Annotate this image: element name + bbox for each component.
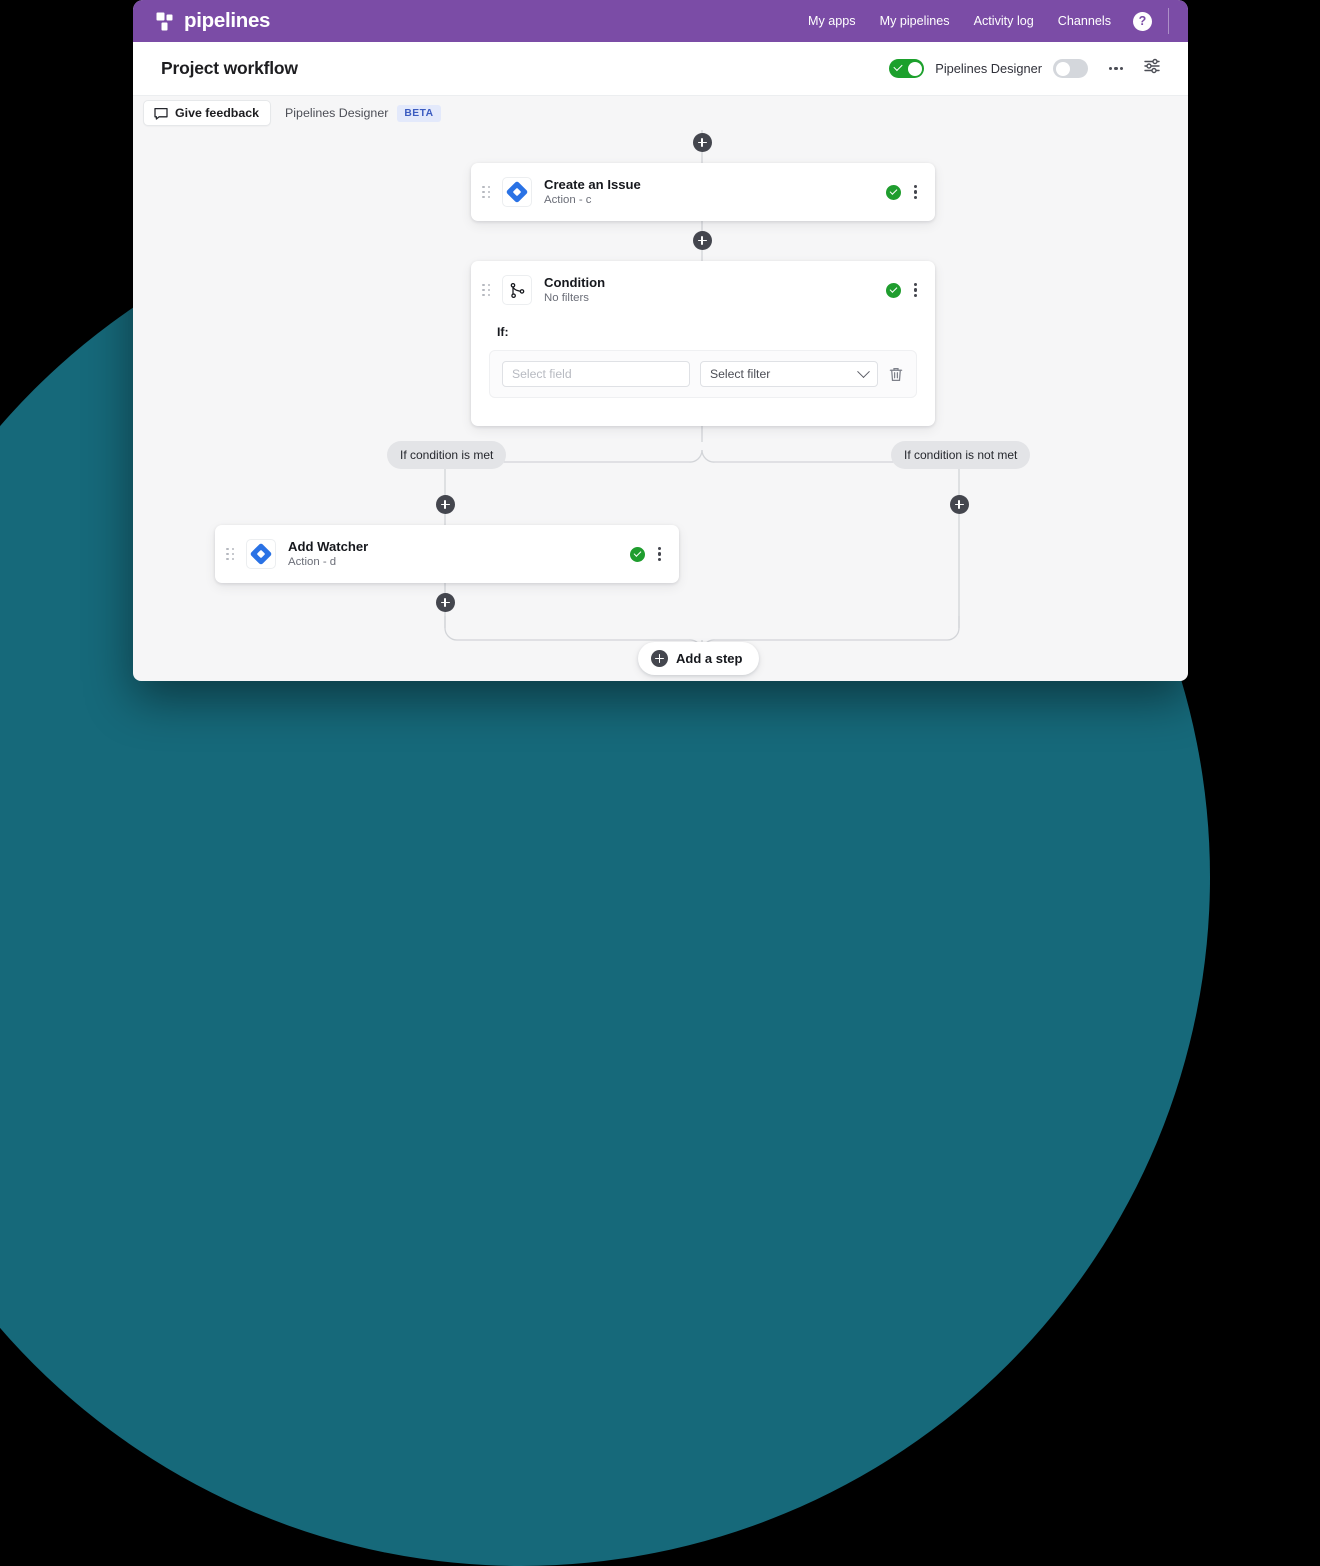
jira-app-icon: [502, 177, 532, 207]
drag-handle[interactable]: [482, 185, 493, 199]
nav-link-my-apps[interactable]: My apps: [796, 14, 868, 28]
select-filter-value: Select filter: [710, 367, 771, 381]
plus-icon: [651, 650, 668, 667]
add-a-step-label: Add a step: [676, 651, 743, 666]
node-title: Add Watcher: [288, 538, 369, 554]
pipeline-enabled-toggle[interactable]: [889, 59, 925, 78]
node-subtitle: No filters: [544, 291, 589, 304]
toggle-knob: [907, 61, 922, 76]
more-options-button[interactable]: [1102, 55, 1130, 83]
trash-icon[interactable]: [888, 366, 904, 383]
brand-logo-group[interactable]: pipelines: [156, 9, 270, 33]
drag-handle[interactable]: [482, 283, 493, 297]
app-window: pipelines My apps My pipelines Activity …: [133, 0, 1188, 681]
give-feedback-button[interactable]: Give feedback: [143, 100, 272, 126]
nav-link-activity-log[interactable]: Activity log: [962, 14, 1046, 28]
node-subtitle: Action - c: [544, 193, 592, 206]
if-label: If:: [497, 325, 509, 339]
node-card-create-an-issue[interactable]: Create an Issue Action - c: [471, 163, 935, 221]
add-node-plus-false-branch[interactable]: [949, 495, 969, 514]
pipeline-canvas[interactable]: Create an Issue Action - c Condition No …: [133, 130, 1188, 675]
pipelines-logo-icon: [156, 12, 175, 31]
add-node-plus-true-branch[interactable]: [435, 495, 455, 514]
drag-handle[interactable]: [226, 547, 237, 561]
check-icon: [893, 61, 903, 72]
feedback-strip: Give feedback Pipelines Designer BETA: [133, 96, 1188, 130]
status-valid-icon: [885, 184, 901, 200]
ellipsis-horizontal-icon: [1108, 66, 1124, 71]
designer-toggle-label: Pipelines Designer: [935, 61, 1042, 76]
add-node-plus-after-add-watcher[interactable]: [435, 593, 455, 612]
jira-app-icon: [246, 539, 276, 569]
node-title: Condition: [544, 274, 606, 290]
beta-badge: BETA: [397, 104, 441, 122]
nav-divider: [1168, 8, 1169, 34]
speech-bubble-icon: [154, 107, 168, 120]
status-valid-icon: [885, 282, 901, 298]
nav-link-my-pipelines[interactable]: My pipelines: [868, 14, 962, 28]
toggle-knob: [1055, 61, 1070, 76]
branch-label-condition-not-met: If condition is not met: [891, 441, 1031, 469]
select-field-input[interactable]: Select field: [502, 361, 690, 387]
help-icon[interactable]: ?: [1133, 11, 1152, 31]
feedback-designer-text: Pipelines Designer: [285, 106, 389, 120]
add-a-step-button[interactable]: Add a step: [638, 642, 760, 675]
node-subtitle: Action - d: [288, 555, 337, 568]
status-valid-icon: [629, 546, 645, 562]
node-card-condition[interactable]: Condition No filters If: Select field Se…: [471, 261, 935, 426]
branch-label-condition-met: If condition is met: [387, 441, 507, 469]
pipelines-designer-toggle[interactable]: [1053, 59, 1088, 78]
give-feedback-label: Give feedback: [175, 106, 260, 120]
node-menu-button[interactable]: [653, 543, 666, 565]
brand-name: pipelines: [184, 9, 271, 32]
condition-branch-icon: [502, 275, 532, 305]
top-navigation-bar: pipelines My apps My pipelines Activity …: [133, 0, 1188, 42]
node-title: Create an Issue: [544, 176, 641, 192]
node-menu-button[interactable]: [909, 181, 922, 203]
page-title: Project workflow: [161, 58, 298, 78]
settings-button[interactable]: [1138, 55, 1166, 83]
add-node-plus-top[interactable]: [692, 133, 712, 152]
nav-link-channels[interactable]: Channels: [1046, 14, 1123, 28]
add-node-plus-after-create-issue[interactable]: [692, 231, 712, 250]
node-menu-button[interactable]: [909, 279, 922, 301]
toolbar-controls: Pipelines Designer: [889, 55, 1166, 83]
condition-body: If: Select field Select filter: [471, 325, 935, 416]
top-nav-links: My apps My pipelines Activity log Channe…: [796, 8, 1188, 34]
condition-filter-row: Select field Select filter: [489, 350, 917, 398]
node-card-add-watcher[interactable]: Add Watcher Action - d: [215, 525, 679, 583]
select-filter-dropdown[interactable]: Select filter: [700, 361, 878, 387]
chevron-down-icon: [857, 364, 870, 378]
page-toolbar: Project workflow Pipelines Designer: [133, 42, 1188, 96]
sliders-icon: [1143, 57, 1161, 80]
